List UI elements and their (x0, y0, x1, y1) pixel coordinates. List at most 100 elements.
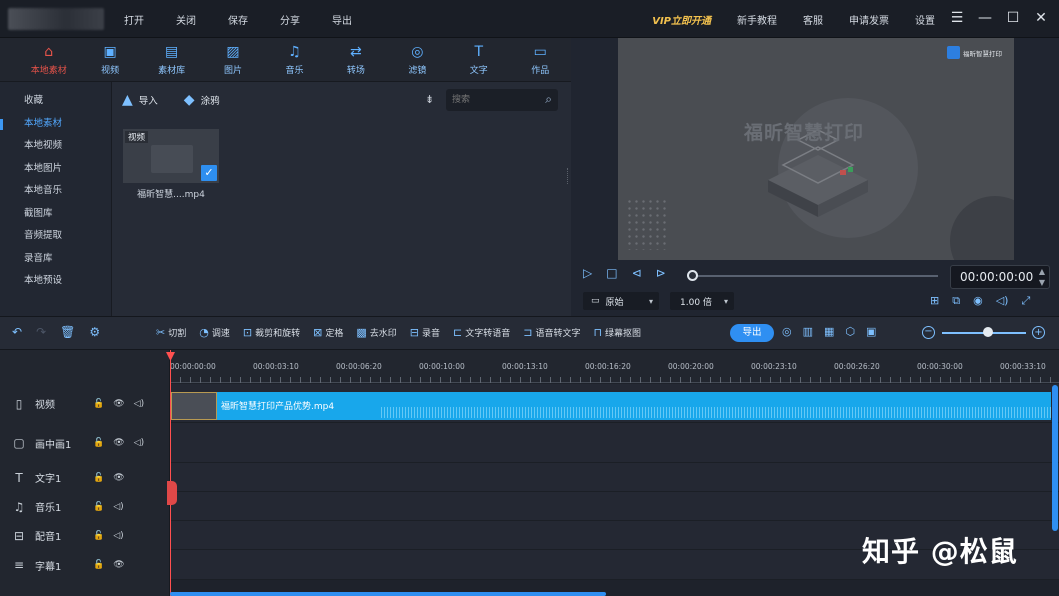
crop-rotate-button[interactable]: ⊡ 裁剪和旋转 (243, 326, 300, 339)
split-screen-icon[interactable]: ▥ (803, 325, 813, 338)
pip-icon[interactable]: ⧉ (952, 294, 960, 308)
eye-icon[interactable]: 👁 (113, 438, 124, 448)
vip-link[interactable]: VIP立即开通 (652, 12, 711, 27)
camera-icon[interactable]: ◉ (973, 294, 983, 308)
spin-up-icon[interactable]: ▲ (1039, 266, 1045, 277)
track-lane-text[interactable] (170, 463, 1059, 492)
sidebar-item-local-image[interactable]: 本地图片 (0, 158, 111, 181)
tab-text[interactable]: T 文字 (448, 38, 509, 82)
tab-local-media[interactable]: ⌂ 本地素材 (18, 38, 79, 82)
sort-icon[interactable]: ⇟ (425, 93, 434, 106)
redo-icon[interactable]: ↷ (36, 325, 46, 339)
speaker-icon[interactable]: ◁) (113, 502, 123, 512)
tab-transition[interactable]: ⇄ 转场 (325, 38, 386, 82)
record-button[interactable]: ⊟ 录音 (410, 326, 440, 339)
library-icon: ▤ (164, 44, 179, 60)
prev-frame-icon[interactable]: ⊲ (632, 266, 642, 280)
sidebar-item-local-video[interactable]: 本地视频 (0, 135, 111, 158)
text-to-speech-button[interactable]: ⊏ 文字转语音 (453, 326, 510, 339)
volume-icon[interactable]: ◁) (996, 294, 1009, 308)
speed-select[interactable]: 1.00 倍 ▾ (670, 292, 734, 310)
play-icon[interactable]: ▷ (583, 266, 592, 280)
sidebar-item-audio-extract[interactable]: 音频提取 (0, 225, 111, 248)
lock-icon[interactable]: 🔓 (93, 531, 104, 541)
menu-close[interactable]: 关闭 (160, 12, 212, 27)
lock-icon[interactable]: 🔓 (93, 560, 104, 570)
speed-button[interactable]: ◔ 调速 (199, 326, 230, 339)
timecode-input[interactable]: 00:00:00:00 ▲ ▼ (950, 265, 1050, 289)
tab-music[interactable]: ♫ 音乐 (264, 38, 325, 82)
seek-handle[interactable] (687, 270, 698, 281)
sidebar-item-local-media[interactable]: 本地素材 (0, 113, 111, 136)
tutorial-link[interactable]: 新手教程 (737, 12, 777, 27)
adjust-icon[interactable]: ⚙ (89, 325, 100, 339)
fit-icon[interactable]: ▣ (866, 325, 876, 338)
sidebar-item-recordings[interactable]: 录音库 (0, 248, 111, 271)
eye-icon[interactable]: 👁 (113, 473, 124, 483)
zoom-out-icon[interactable]: − (922, 326, 935, 339)
sidebar-item-local-music[interactable]: 本地音乐 (0, 180, 111, 203)
eye-icon[interactable]: 👁 (113, 560, 124, 570)
menu-export[interactable]: 导出 (316, 12, 368, 27)
maximize-icon[interactable]: ☐ (1005, 9, 1021, 27)
tab-works[interactable]: ▭ 作品 (510, 38, 571, 82)
next-frame-icon[interactable]: ⊳ (656, 266, 666, 280)
sidebar-item-presets[interactable]: 本地预设 (0, 270, 111, 293)
delete-icon[interactable]: 🗑 (60, 325, 75, 339)
checkmark-icon[interactable]: ✓ (201, 165, 217, 181)
zoom-in-icon[interactable]: + (1032, 326, 1045, 339)
cut-button[interactable]: ✂ 切割 (156, 326, 186, 339)
close-icon[interactable]: ✕ (1033, 9, 1049, 27)
tab-video[interactable]: ▣ 视频 (79, 38, 140, 82)
speech-to-text-button[interactable]: ⊐ 语音转文字 (523, 326, 580, 339)
shield-icon[interactable]: ⬡ (845, 325, 855, 338)
speaker-icon[interactable]: ◁) (113, 531, 123, 541)
track-lane-music[interactable] (170, 492, 1059, 521)
service-link[interactable]: 客服 (803, 12, 823, 27)
video-clip[interactable]: 福昕智慧打印产品优势.mp4 (171, 392, 1051, 420)
playhead-grip[interactable] (167, 481, 177, 505)
invoice-link[interactable]: 申请发票 (849, 12, 889, 27)
spin-down-icon[interactable]: ▼ (1039, 277, 1045, 288)
tab-filter[interactable]: ◎ 滤镜 (387, 38, 448, 82)
aspect-ratio-select[interactable]: ▭ 原始 ▾ (583, 292, 659, 310)
track-lane-pip[interactable] (170, 423, 1059, 463)
lock-icon[interactable]: 🔓 (93, 473, 104, 483)
green-screen-button[interactable]: ⊓ 绿幕抠图 (593, 326, 641, 339)
doodle-button[interactable]: ◆ 涂鸦 (184, 92, 220, 108)
horizontal-scrollbar[interactable] (170, 592, 606, 596)
remove-watermark-button[interactable]: ▩ 去水印 (356, 326, 396, 339)
vertical-scrollbar[interactable] (1052, 385, 1058, 531)
seek-bar[interactable] (692, 275, 938, 277)
speaker-icon[interactable]: ◁) (134, 438, 144, 448)
lock-icon[interactable]: 🔓 (93, 502, 104, 512)
menu-share[interactable]: 分享 (264, 12, 316, 27)
search-icon[interactable]: ⌕ (545, 92, 552, 107)
fullscreen-icon[interactable]: ⤢ (1021, 294, 1030, 308)
minimize-icon[interactable]: — (977, 9, 993, 27)
timecode-spinner[interactable]: ▲ ▼ (1039, 266, 1045, 288)
search-input[interactable] (452, 92, 538, 108)
lock-icon[interactable]: 🔓 (93, 438, 104, 448)
mosaic-icon[interactable]: ◎ (782, 325, 792, 338)
eye-icon[interactable]: 👁 (113, 399, 124, 409)
picture-icon[interactable]: ▦ (824, 325, 834, 338)
speaker-icon[interactable]: ◁) (134, 399, 144, 409)
settings-link[interactable]: 设置 (915, 12, 935, 27)
freeze-frame-button[interactable]: ⊠ 定格 (313, 326, 343, 339)
menu-save[interactable]: 保存 (212, 12, 264, 27)
playhead[interactable] (170, 350, 171, 596)
sidebar-item-favorites[interactable]: 收藏 (0, 90, 111, 113)
stop-icon[interactable]: □ (606, 266, 617, 280)
undo-icon[interactable]: ↶ (12, 325, 22, 339)
tab-material-library[interactable]: ▤ 素材库 (141, 38, 202, 82)
menu-icon[interactable]: ☰ (949, 9, 965, 27)
lock-icon[interactable]: 🔓 (93, 399, 104, 409)
export-button[interactable]: 导出 (730, 324, 774, 342)
import-button[interactable]: ▲ 导入 (122, 92, 158, 108)
media-thumbnail[interactable]: 视频 ✓ (123, 129, 219, 183)
tab-image[interactable]: ▨ 图片 (202, 38, 263, 82)
grid-icon[interactable]: ⊞ (930, 294, 939, 308)
menu-open[interactable]: 打开 (108, 12, 160, 27)
sidebar-item-screenshots[interactable]: 截图库 (0, 203, 111, 226)
